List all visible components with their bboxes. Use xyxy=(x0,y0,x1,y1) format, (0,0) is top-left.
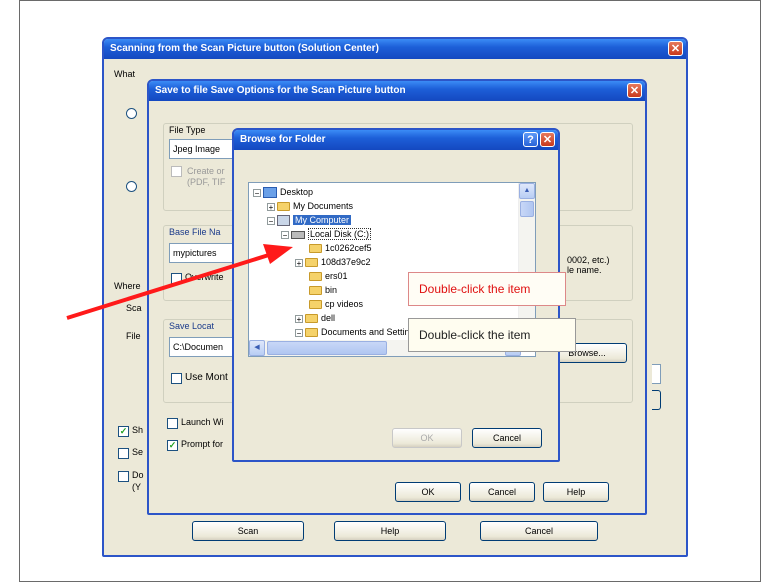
folder-icon xyxy=(309,244,322,254)
tree-label-folder2: 108d37e9c2 xyxy=(321,257,371,267)
tree-label-folder6: dell xyxy=(321,313,336,323)
create-option-sublabel: (PDF, TIF xyxy=(187,177,226,187)
save-close-button[interactable]: ✕ xyxy=(627,83,642,98)
scan-label: Sca xyxy=(126,303,142,313)
save-dialog-title: Save to file Save Options for the Scan P… xyxy=(155,85,406,96)
use-month-checkbox[interactable] xyxy=(171,373,182,384)
outer-side-control-2 xyxy=(652,390,661,410)
h-scroll-thumb[interactable] xyxy=(267,341,387,355)
checkbox-sh[interactable]: ✓ xyxy=(118,426,129,437)
radio-option-2[interactable] xyxy=(126,181,137,192)
vertical-scrollbar[interactable]: ▲ ▼ xyxy=(518,183,535,339)
checkbox-do[interactable] xyxy=(118,471,129,482)
overwrite-label: Overwrite xyxy=(185,272,224,282)
tree-label-local-disk: Local Disk (C:) xyxy=(308,228,372,240)
drive-icon xyxy=(291,230,305,239)
folder-icon xyxy=(309,286,322,296)
prompt-label: Prompt for xyxy=(181,439,224,449)
folder-icon xyxy=(305,258,318,268)
prompt-checkbox[interactable]: ✓ xyxy=(167,440,178,451)
launch-label: Launch Wi xyxy=(181,417,224,427)
file-label: File xyxy=(126,331,141,341)
computer-icon xyxy=(277,215,290,227)
radio-option-1[interactable] xyxy=(126,108,137,119)
outer-close-button[interactable]: ✕ xyxy=(668,41,683,56)
tree-item-folder6[interactable]: + dell xyxy=(295,311,335,325)
folder-icon xyxy=(309,300,322,310)
expand-icon[interactable]: + xyxy=(295,314,303,323)
browse-dialog-title: Browse for Folder xyxy=(240,134,326,145)
tree-label-folder7: Documents and Settings xyxy=(321,327,420,337)
folder-icon xyxy=(305,328,318,338)
tree-label-my-computer: My Computer xyxy=(293,215,352,225)
tree-label-folder1: 1c0262cef5 xyxy=(325,243,372,253)
tree-label-folder3: ers01 xyxy=(325,271,348,281)
checkbox-do-label: Do xyxy=(132,470,144,480)
use-month-label: Use Mont xyxy=(185,372,228,383)
browse-ok-button[interactable]: OK xyxy=(392,428,462,448)
scroll-left-icon[interactable]: ◀ xyxy=(249,340,265,356)
what-label: What xyxy=(114,69,136,79)
tree-item-local-disk[interactable]: − Local Disk (C:) xyxy=(281,227,372,241)
tree-label-my-documents: My Documents xyxy=(293,201,354,211)
tree-item-desktop[interactable]: − Desktop xyxy=(253,185,313,199)
tree-label-desktop: Desktop xyxy=(280,187,314,197)
tooltip-grey-text: Double-click the item xyxy=(419,328,531,342)
tree-item-folder4[interactable]: bin xyxy=(309,283,337,297)
file-type-label: File Type xyxy=(169,125,206,135)
tooltip-red: Double-click the item xyxy=(408,272,566,306)
collapse-icon[interactable]: − xyxy=(295,328,303,337)
collapse-icon[interactable]: − xyxy=(267,216,275,225)
browse-dialog-titlebar: Browse for Folder xyxy=(234,130,558,150)
launch-checkbox[interactable] xyxy=(167,418,178,429)
tree-item-folder5[interactable]: cp videos xyxy=(309,297,363,311)
save-location-label: Save Locat xyxy=(169,321,215,331)
scan-button[interactable]: Scan xyxy=(192,521,304,541)
expand-icon[interactable]: + xyxy=(295,258,303,267)
base-file-name-label: Base File Na xyxy=(169,227,221,237)
outer-help-button[interactable]: Help xyxy=(334,521,446,541)
checkbox-sh-label: Sh xyxy=(132,425,144,435)
outer-side-control-1 xyxy=(652,364,661,384)
outer-dialog-titlebar: Scanning from the Scan Picture button (S… xyxy=(104,39,686,59)
checkbox-se[interactable] xyxy=(118,448,129,459)
scroll-up-icon[interactable]: ▲ xyxy=(519,183,535,199)
tree-label-folder4: bin xyxy=(325,285,338,295)
checkbox-se-label: Se xyxy=(132,447,144,457)
browse-close-button[interactable]: ✕ xyxy=(540,132,555,147)
save-cancel-button[interactable]: Cancel xyxy=(469,482,535,502)
help-question-button[interactable]: ? xyxy=(523,132,538,147)
collapse-icon[interactable]: − xyxy=(281,230,289,239)
tree-item-my-computer[interactable]: − My Computer xyxy=(267,213,352,227)
checkbox-do-extra: (Y xyxy=(132,482,141,492)
tree-item-folder3[interactable]: ers01 xyxy=(309,269,348,283)
folder-icon xyxy=(309,272,322,282)
outer-cancel-button[interactable]: Cancel xyxy=(480,521,598,541)
where-label: Where xyxy=(114,281,141,291)
collapse-icon[interactable]: − xyxy=(253,188,261,197)
desktop-icon xyxy=(263,187,277,199)
tooltip-red-text: Double-click the item xyxy=(419,282,531,296)
tree-item-folder1[interactable]: 1c0262cef5 xyxy=(309,241,372,255)
expand-icon[interactable]: + xyxy=(267,202,275,211)
scroll-thumb[interactable] xyxy=(520,201,534,217)
folder-icon xyxy=(277,202,290,212)
create-option-label: Create or xyxy=(187,166,225,176)
tree-item-my-documents[interactable]: + My Documents xyxy=(267,199,353,213)
outer-dialog-title: Scanning from the Scan Picture button (S… xyxy=(110,43,379,54)
tree-label-folder5: cp videos xyxy=(325,299,364,309)
overwrite-checkbox[interactable] xyxy=(171,273,182,284)
naming-hint-line1: 0002, etc.) xyxy=(567,255,610,265)
tooltip-grey: Double-click the item xyxy=(408,318,576,352)
tree-item-folder2[interactable]: +108d37e9c2 xyxy=(295,255,371,269)
create-option-checkbox[interactable] xyxy=(171,166,182,177)
folder-icon xyxy=(305,314,318,324)
save-ok-button[interactable]: OK xyxy=(395,482,461,502)
naming-hint-line2: le name. xyxy=(567,265,602,275)
save-help-button[interactable]: Help xyxy=(543,482,609,502)
save-dialog-titlebar: Save to file Save Options for the Scan P… xyxy=(149,81,645,101)
browse-cancel-button[interactable]: Cancel xyxy=(472,428,542,448)
